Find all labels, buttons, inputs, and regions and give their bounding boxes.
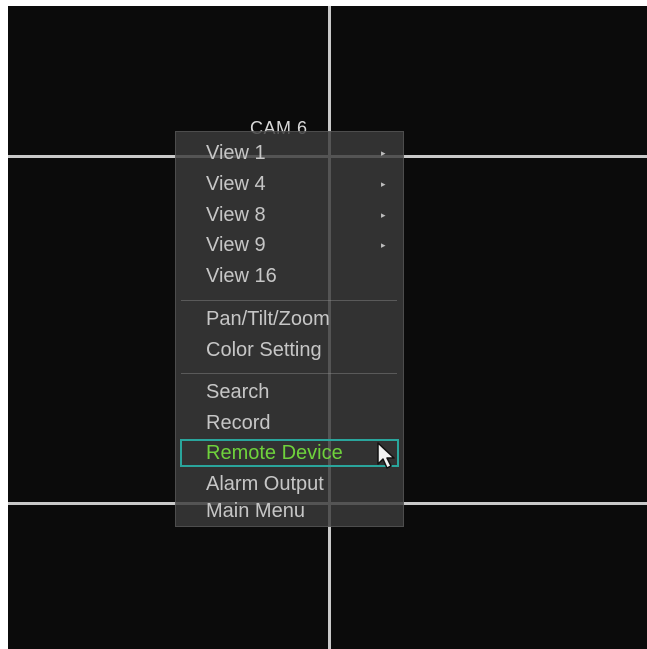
menu-item-view-9[interactable]: View 9 ▸ [188, 231, 398, 259]
menu-item-color-setting[interactable]: Color Setting [188, 336, 398, 364]
menu-item-view-4[interactable]: View 4 ▸ [188, 170, 398, 198]
menu-item-view-8[interactable]: View 8 ▸ [188, 201, 398, 229]
dvr-window: CAM 6 View 1 ▸ View 4 ▸ View 8 ▸ View 9 … [0, 0, 647, 649]
menu-separator [181, 373, 397, 374]
menu-item-label: Color Setting [206, 339, 322, 361]
menu-item-label: Main Menu [206, 500, 305, 522]
menu-item-label: View 16 [206, 265, 277, 287]
menu-item-view-16[interactable]: View 16 [188, 262, 398, 290]
mouse-pointer-icon [377, 442, 395, 469]
menu-item-label: Record [206, 412, 271, 434]
menu-item-view-1[interactable]: View 1 ▸ [188, 139, 398, 167]
menu-item-label: Alarm Output [206, 473, 324, 495]
menu-item-label: View 8 [206, 204, 266, 226]
menu-item-search[interactable]: Search [188, 378, 398, 406]
chevron-right-icon: ▸ [381, 210, 386, 220]
chevron-right-icon: ▸ [381, 179, 386, 189]
chevron-right-icon: ▸ [381, 148, 386, 158]
chevron-right-icon: ▸ [381, 240, 386, 250]
menu-item-label: View 4 [206, 173, 266, 195]
menu-item-remote-device[interactable]: Remote Device [180, 439, 399, 467]
menu-item-label: Pan/Tilt/Zoom [206, 308, 330, 330]
menu-item-alarm-output[interactable]: Alarm Output [188, 470, 398, 498]
menu-item-label: Remote Device [206, 442, 343, 464]
menu-item-pan-tilt-zoom[interactable]: Pan/Tilt/Zoom [188, 305, 398, 333]
menu-item-label: View 1 [206, 142, 266, 164]
context-menu: View 1 ▸ View 4 ▸ View 8 ▸ View 9 ▸ View… [175, 131, 404, 527]
menu-item-label: Search [206, 381, 270, 403]
menu-separator [181, 300, 397, 301]
camera-grid-view[interactable]: CAM 6 View 1 ▸ View 4 ▸ View 8 ▸ View 9 … [8, 6, 647, 649]
menu-item-label: View 9 [206, 234, 266, 256]
menu-item-record[interactable]: Record [188, 409, 398, 437]
menu-item-main-menu[interactable]: Main Menu [188, 500, 398, 526]
